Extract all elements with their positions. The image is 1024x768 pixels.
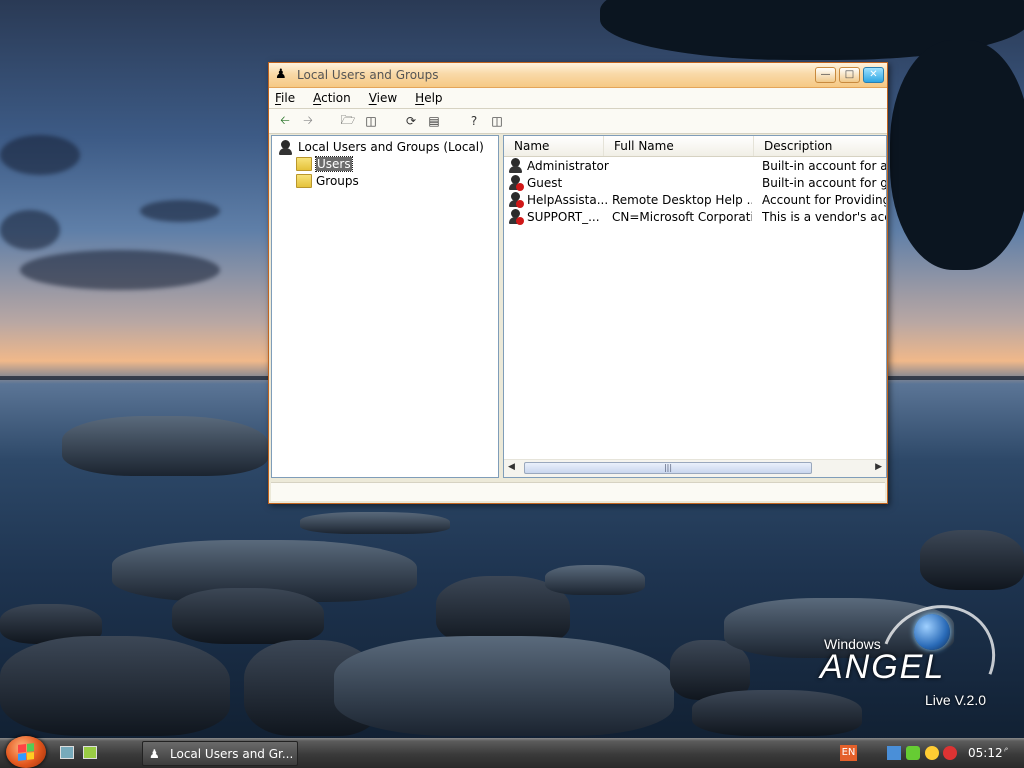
menu-bar: File Action View Help bbox=[269, 88, 887, 108]
windows-orb-icon bbox=[914, 614, 950, 650]
scroll-thumb[interactable]: ||| bbox=[524, 462, 812, 474]
windows-flag-icon bbox=[18, 743, 34, 761]
minimize-button[interactable]: — bbox=[815, 67, 836, 83]
folder-icon bbox=[296, 157, 312, 171]
users-groups-icon bbox=[278, 140, 294, 155]
disabled-user-icon bbox=[508, 192, 524, 208]
table-row[interactable]: HelpAssista... Remote Desktop Help ... A… bbox=[508, 191, 887, 208]
quick-launch-icon[interactable] bbox=[83, 746, 97, 759]
taskbar: ♟ Local Users and Gr... EN 05:12 م bbox=[0, 736, 1024, 768]
cell-description: This is a vendor's acco bbox=[762, 209, 887, 224]
cell-full-name: CN=Microsoft Corporati... bbox=[612, 209, 752, 224]
column-header-full-name[interactable]: Full Name bbox=[604, 136, 754, 156]
taskbar-item-label: Local Users and Gr... bbox=[170, 746, 294, 761]
tree-item-users[interactable]: Users bbox=[296, 156, 353, 172]
menu-file[interactable]: File bbox=[275, 91, 295, 105]
table-row[interactable]: Administrator Built-in account for adm bbox=[508, 157, 887, 174]
tree-item-groups[interactable]: Groups bbox=[296, 174, 359, 188]
tray-app-icon[interactable] bbox=[906, 746, 920, 760]
tree-item-users-label: Users bbox=[315, 156, 353, 172]
status-bar bbox=[271, 482, 885, 501]
disabled-user-icon bbox=[508, 175, 524, 191]
tree-root[interactable]: Local Users and Groups (Local) bbox=[278, 140, 484, 155]
back-arrow-icon[interactable]: 🡠 bbox=[275, 112, 295, 130]
folder-icon bbox=[296, 174, 312, 188]
table-row[interactable]: SUPPORT_... CN=Microsoft Corporati... Th… bbox=[508, 208, 887, 225]
taskbar-item-local-users[interactable]: ♟ Local Users and Gr... bbox=[142, 741, 298, 766]
forward-arrow-icon[interactable]: 🡢 bbox=[298, 112, 318, 130]
language-indicator[interactable]: EN bbox=[840, 745, 857, 761]
cell-description: Built-in account for gue bbox=[762, 175, 886, 190]
menu-action[interactable]: Action bbox=[313, 91, 351, 105]
tree-pane: Local Users and Groups (Local) Users Gro… bbox=[271, 135, 499, 478]
cell-full-name: Remote Desktop Help ... bbox=[612, 192, 752, 207]
close-button[interactable]: ✕ bbox=[863, 67, 884, 83]
cell-name: Guest bbox=[527, 175, 563, 190]
details-list: Name Full Name Description Administrator… bbox=[503, 135, 887, 478]
horizontal-scrollbar[interactable]: ◀ ||| ▶ bbox=[504, 459, 886, 477]
tree-root-label: Local Users and Groups (Local) bbox=[298, 140, 484, 154]
maximize-button[interactable]: □ bbox=[839, 67, 860, 83]
cell-name: HelpAssista... bbox=[527, 192, 609, 207]
menu-help[interactable]: Help bbox=[415, 91, 442, 105]
network-icon[interactable] bbox=[887, 746, 901, 760]
tray-shield-icon[interactable] bbox=[925, 746, 939, 760]
brand-line-angel: ANGEL bbox=[820, 648, 946, 686]
brand-line-version: Live V.2.0 bbox=[925, 692, 986, 708]
cell-description: Built-in account for adm bbox=[762, 158, 887, 173]
security-alert-icon[interactable] bbox=[943, 746, 957, 760]
toolbar: 🡠 🡢 🗁 ◫ ⟳ ▤ ? ◫ bbox=[269, 108, 887, 134]
scroll-right-icon[interactable]: ▶ bbox=[875, 462, 882, 472]
local-users-groups-window: ♟ Local Users and Groups — □ ✕ File Acti… bbox=[268, 62, 888, 504]
title-bar[interactable]: ♟ Local Users and Groups — □ ✕ bbox=[269, 63, 887, 88]
cell-name: SUPPORT_... bbox=[527, 209, 600, 224]
user-icon bbox=[508, 158, 523, 173]
export-list-icon[interactable]: ▤ bbox=[424, 112, 444, 130]
show-hide-tree-icon[interactable]: ◫ bbox=[361, 112, 381, 130]
menu-view[interactable]: View bbox=[369, 91, 397, 105]
console-panes: Local Users and Groups (Local) Users Gro… bbox=[271, 135, 887, 480]
cell-description: Account for Providing R bbox=[762, 192, 887, 207]
tree-item-groups-label: Groups bbox=[316, 174, 359, 188]
table-row[interactable]: Guest Built-in account for gue bbox=[508, 174, 886, 191]
scroll-left-icon[interactable]: ◀ bbox=[508, 462, 515, 472]
up-folder-icon[interactable]: 🗁 bbox=[338, 112, 358, 130]
users-app-icon: ♟ bbox=[275, 67, 287, 82]
start-button[interactable] bbox=[6, 736, 46, 768]
clock-period: م bbox=[1004, 744, 1009, 752]
cell-name: Administrator bbox=[527, 158, 609, 173]
windows-angel-logo: Windows ANGEL Live V.2.0 bbox=[820, 586, 1013, 732]
action-pane-icon[interactable]: ◫ bbox=[487, 112, 507, 130]
clock[interactable]: 05:12 bbox=[968, 746, 1003, 760]
column-header-name[interactable]: Name bbox=[504, 136, 604, 156]
column-header-description[interactable]: Description bbox=[754, 136, 886, 156]
show-desktop-icon[interactable] bbox=[60, 746, 74, 759]
refresh-icon[interactable]: ⟳ bbox=[401, 112, 421, 130]
disabled-user-icon bbox=[508, 209, 524, 225]
window-title: Local Users and Groups bbox=[297, 68, 439, 82]
help-icon[interactable]: ? bbox=[464, 112, 484, 130]
users-app-icon: ♟ bbox=[149, 746, 160, 761]
